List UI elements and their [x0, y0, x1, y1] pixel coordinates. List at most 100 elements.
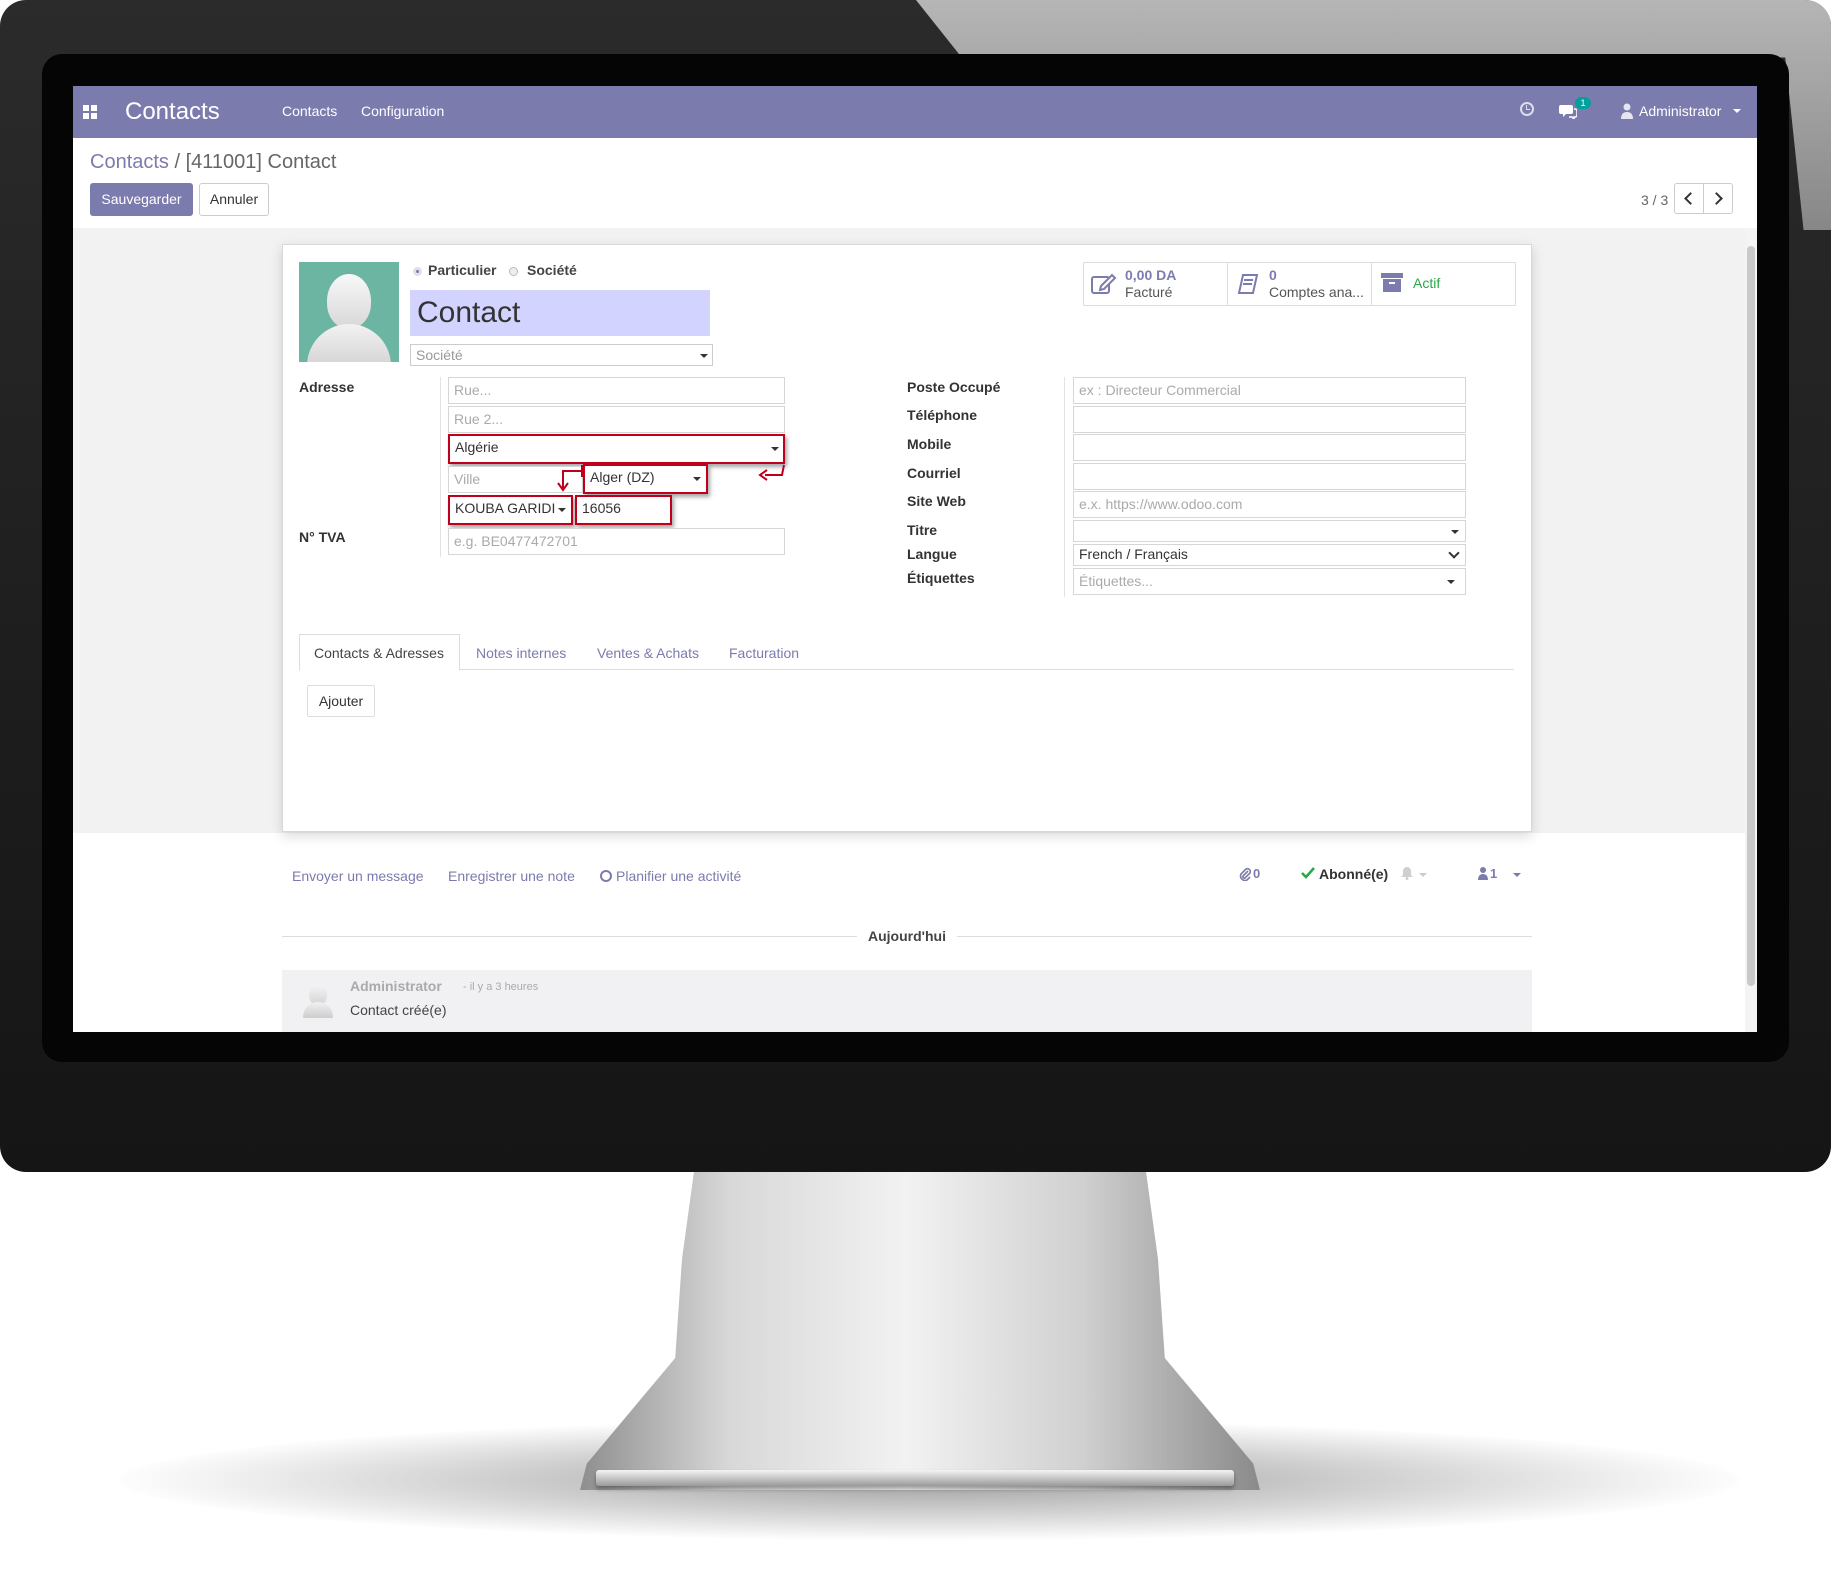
pager-next-button[interactable] [1703, 183, 1733, 214]
street2-input[interactable]: Rue 2... [448, 406, 785, 433]
function-input[interactable]: ex : Directeur Commercial [1073, 377, 1466, 404]
pager-previous-button[interactable] [1674, 183, 1704, 214]
annotation-arrows [557, 464, 785, 492]
company-select[interactable]: Société [410, 344, 713, 366]
followers-icon[interactable] [1478, 867, 1488, 885]
divider [957, 936, 1532, 937]
divider [282, 936, 857, 937]
breadcrumb-current: [411001] Contact [185, 151, 337, 173]
bell-icon[interactable] [1401, 867, 1413, 885]
language-select[interactable]: French / Français [1073, 544, 1466, 566]
message-time: - il y a 3 heures [463, 981, 539, 993]
follow-status-button[interactable]: Abonné(e) [1319, 866, 1388, 882]
mobile-input[interactable] [1073, 434, 1466, 461]
tags-select-placeholder: Étiquettes... [1079, 573, 1153, 589]
log-note-link[interactable]: Enregistrer une note [448, 868, 575, 884]
country-select[interactable]: Algérie [448, 434, 785, 464]
stat-active-label: Actif [1413, 275, 1441, 291]
radio-societe[interactable] [509, 267, 518, 276]
vat-label: N° TVA [299, 529, 346, 545]
invoice-edit-icon [1091, 273, 1117, 300]
breadcrumb-separator: / [168, 151, 186, 173]
breadcrumb-contacts-link[interactable]: Contacts [90, 151, 169, 173]
apps-menu-icon[interactable] [83, 105, 97, 119]
country-select-value: Algérie [455, 439, 499, 455]
function-label: Poste Occupé [907, 379, 1001, 395]
caret-down-icon[interactable] [1419, 873, 1427, 877]
scrollbar-thumb[interactable] [1747, 246, 1755, 986]
tab-invoicing[interactable]: Facturation [729, 645, 799, 661]
menu-configuration[interactable]: Configuration [361, 103, 444, 119]
tags-label: Étiquettes [907, 570, 975, 586]
tab-sales-purchases[interactable]: Ventes & Achats [597, 645, 699, 661]
user-menu-caret-icon[interactable] [1733, 109, 1741, 113]
contact-avatar[interactable] [299, 262, 399, 362]
caret-down-icon[interactable] [1513, 873, 1521, 877]
chat-count-badge: 1 [1575, 97, 1591, 109]
message-author[interactable]: Administrator [350, 978, 442, 994]
caret-down-icon [771, 447, 779, 451]
control-panel: Contacts / [411001] Contact Sauvegarder … [73, 138, 1757, 229]
chevron-left-icon [1684, 192, 1697, 205]
chevron-right-icon [1710, 192, 1723, 205]
user-menu[interactable]: Administrator [1639, 103, 1721, 119]
title-select[interactable] [1073, 520, 1466, 542]
website-label: Site Web [907, 493, 966, 509]
monitor-stand [580, 1160, 1260, 1490]
stat-buttons: 0,00 DA Facturé 0 Comptes ana... Actif [1083, 262, 1516, 306]
company-select-placeholder: Société [416, 347, 463, 363]
tabs-underline [299, 669, 1514, 670]
pager-value[interactable]: 3 / 3 [1641, 192, 1668, 208]
caret-down-icon [1447, 580, 1455, 584]
chat-bubbles-icon[interactable] [1559, 103, 1578, 124]
tab-contacts-addresses-label[interactable]: Contacts & Adresses [314, 645, 444, 661]
phone-label: Téléphone [907, 407, 978, 423]
caret-down-icon [700, 354, 708, 358]
website-input[interactable]: e.x. https://www.odoo.com [1073, 491, 1466, 518]
stat-analytic-accounts-button[interactable]: 0 Comptes ana... [1228, 263, 1371, 305]
book-icon [1237, 273, 1259, 300]
tags-select[interactable]: Étiquettes... [1073, 568, 1466, 595]
stat-active-button[interactable]: Actif [1372, 263, 1515, 305]
clock-icon[interactable] [1520, 102, 1534, 116]
clock-icon[interactable] [600, 870, 612, 882]
breadcrumb: Contacts / [411001] Contact [90, 151, 336, 174]
radio-societe-label[interactable]: Société [527, 262, 577, 278]
vat-input[interactable]: e.g. BE0477472701 [448, 528, 785, 555]
followers-count[interactable]: 1 [1490, 866, 1497, 881]
monitor-stand-base [596, 1470, 1234, 1486]
email-input[interactable] [1073, 463, 1466, 490]
radio-particulier[interactable] [413, 267, 422, 276]
check-icon [1301, 866, 1315, 884]
street-input[interactable]: Rue... [448, 377, 785, 404]
cancel-button[interactable]: Annuler [199, 183, 269, 216]
city-select-value: KOUBA GARIDI [455, 500, 556, 516]
contact-name-input[interactable]: Contact [410, 290, 710, 336]
user-avatar-icon [1621, 103, 1633, 119]
stat-analytic-value: 0 [1269, 267, 1277, 283]
paperclip-icon[interactable] [1239, 867, 1252, 886]
tab-internal-notes[interactable]: Notes internes [476, 645, 566, 661]
stat-invoiced-button[interactable]: 0,00 DA Facturé [1084, 263, 1227, 305]
title-label: Titre [907, 522, 938, 538]
stat-analytic-label: Comptes ana... [1269, 284, 1364, 300]
phone-input[interactable] [1073, 406, 1466, 433]
form-sheet: Particulier Société Contact Société 0,00… [282, 244, 1532, 832]
date-separator: Aujourd'hui [868, 928, 946, 944]
address-label: Adresse [299, 379, 355, 395]
schedule-activity-link[interactable]: Planifier une activité [616, 868, 741, 884]
message-body: Contact créé(e) [350, 1002, 447, 1018]
chatter-message: Administrator - il y a 3 heures Contact … [282, 970, 1532, 1032]
menu-contacts[interactable]: Contacts [282, 103, 337, 119]
app-title[interactable]: Contacts [125, 98, 220, 126]
save-button[interactable]: Sauvegarder [90, 183, 193, 216]
language-select-value: French / Français [1079, 546, 1188, 562]
radio-particulier-label[interactable]: Particulier [428, 262, 496, 278]
chevron-down-icon [1448, 547, 1460, 559]
stat-invoiced-value: 0,00 DA [1125, 267, 1177, 283]
language-label: Langue [907, 546, 957, 562]
attachment-count[interactable]: 0 [1253, 866, 1260, 881]
email-label: Courriel [907, 465, 961, 481]
send-message-link[interactable]: Envoyer un message [292, 868, 424, 884]
add-button[interactable]: Ajouter [307, 685, 375, 717]
